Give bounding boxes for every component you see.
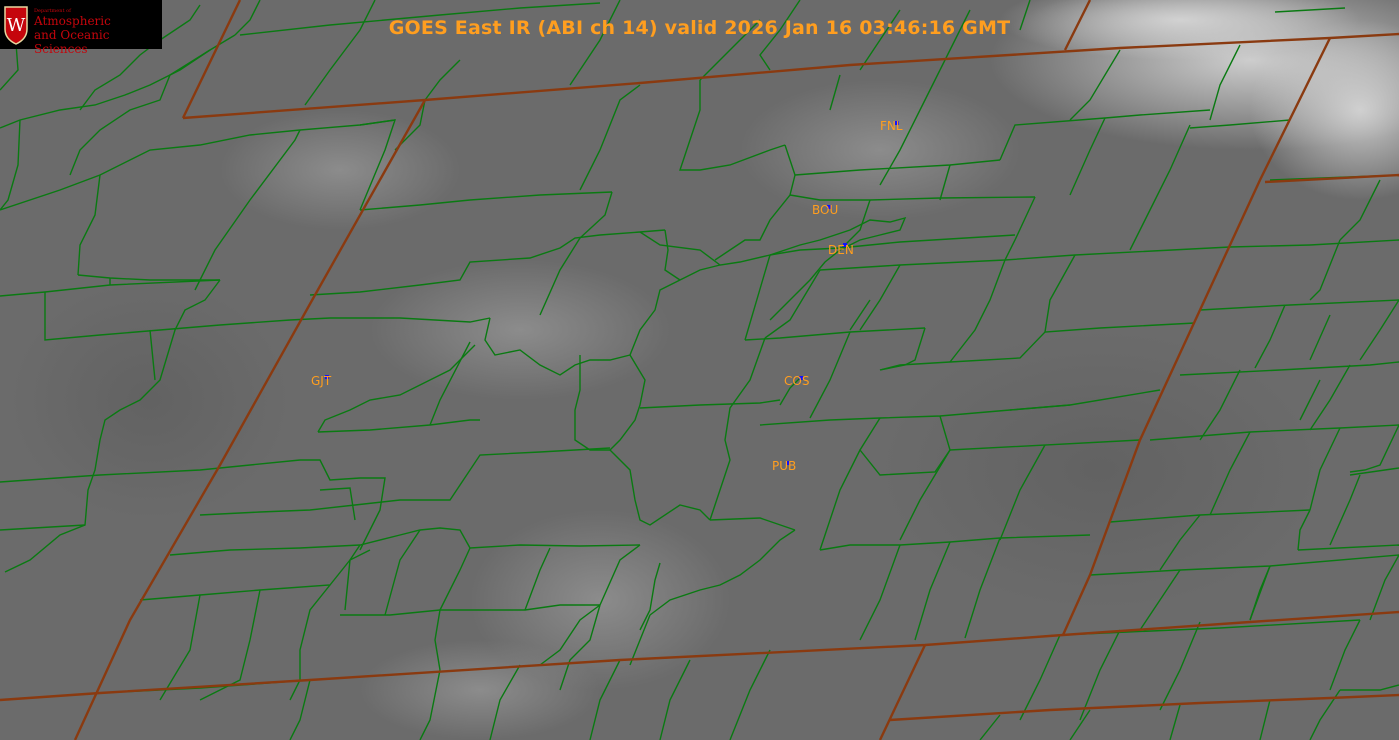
image-title: GOES East IR (ABI ch 14) valid 2026 Jan … bbox=[388, 17, 1011, 39]
logo-line-atmospheric: Atmospheric bbox=[34, 14, 111, 28]
station-label-bou[interactable]: BOU bbox=[812, 203, 838, 217]
station-label-cos[interactable]: COS bbox=[784, 374, 809, 388]
station-label-fnl[interactable]: FNL bbox=[880, 119, 903, 133]
svg-text:W: W bbox=[7, 15, 26, 36]
station-label-gjt[interactable]: GJT bbox=[311, 374, 331, 388]
ir-satellite-map bbox=[0, 0, 1399, 740]
satellite-image-viewer: FNL BOU DEN GJT COS PUB GOES East IR (AB… bbox=[0, 0, 1399, 740]
logo-line-oceanic: and Oceanic Sciences bbox=[34, 28, 110, 56]
station-label-pub[interactable]: PUB bbox=[772, 459, 796, 473]
aos-logo: W Department of Atmospheric and Oceanic … bbox=[0, 0, 162, 56]
uw-crest-icon: W bbox=[4, 6, 28, 45]
station-label-den[interactable]: DEN bbox=[828, 243, 854, 257]
